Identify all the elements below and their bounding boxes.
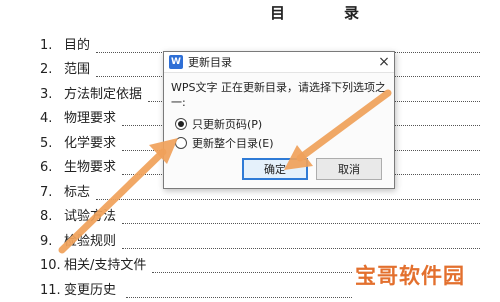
annotation-arrows [58, 89, 392, 254]
site-watermark: 宝哥软件园 [355, 258, 495, 292]
watermark-text: 宝哥软件园 [355, 264, 465, 288]
arrow-to-ok-button [284, 89, 392, 170]
arrow-to-page-numbers-option [58, 138, 178, 254]
